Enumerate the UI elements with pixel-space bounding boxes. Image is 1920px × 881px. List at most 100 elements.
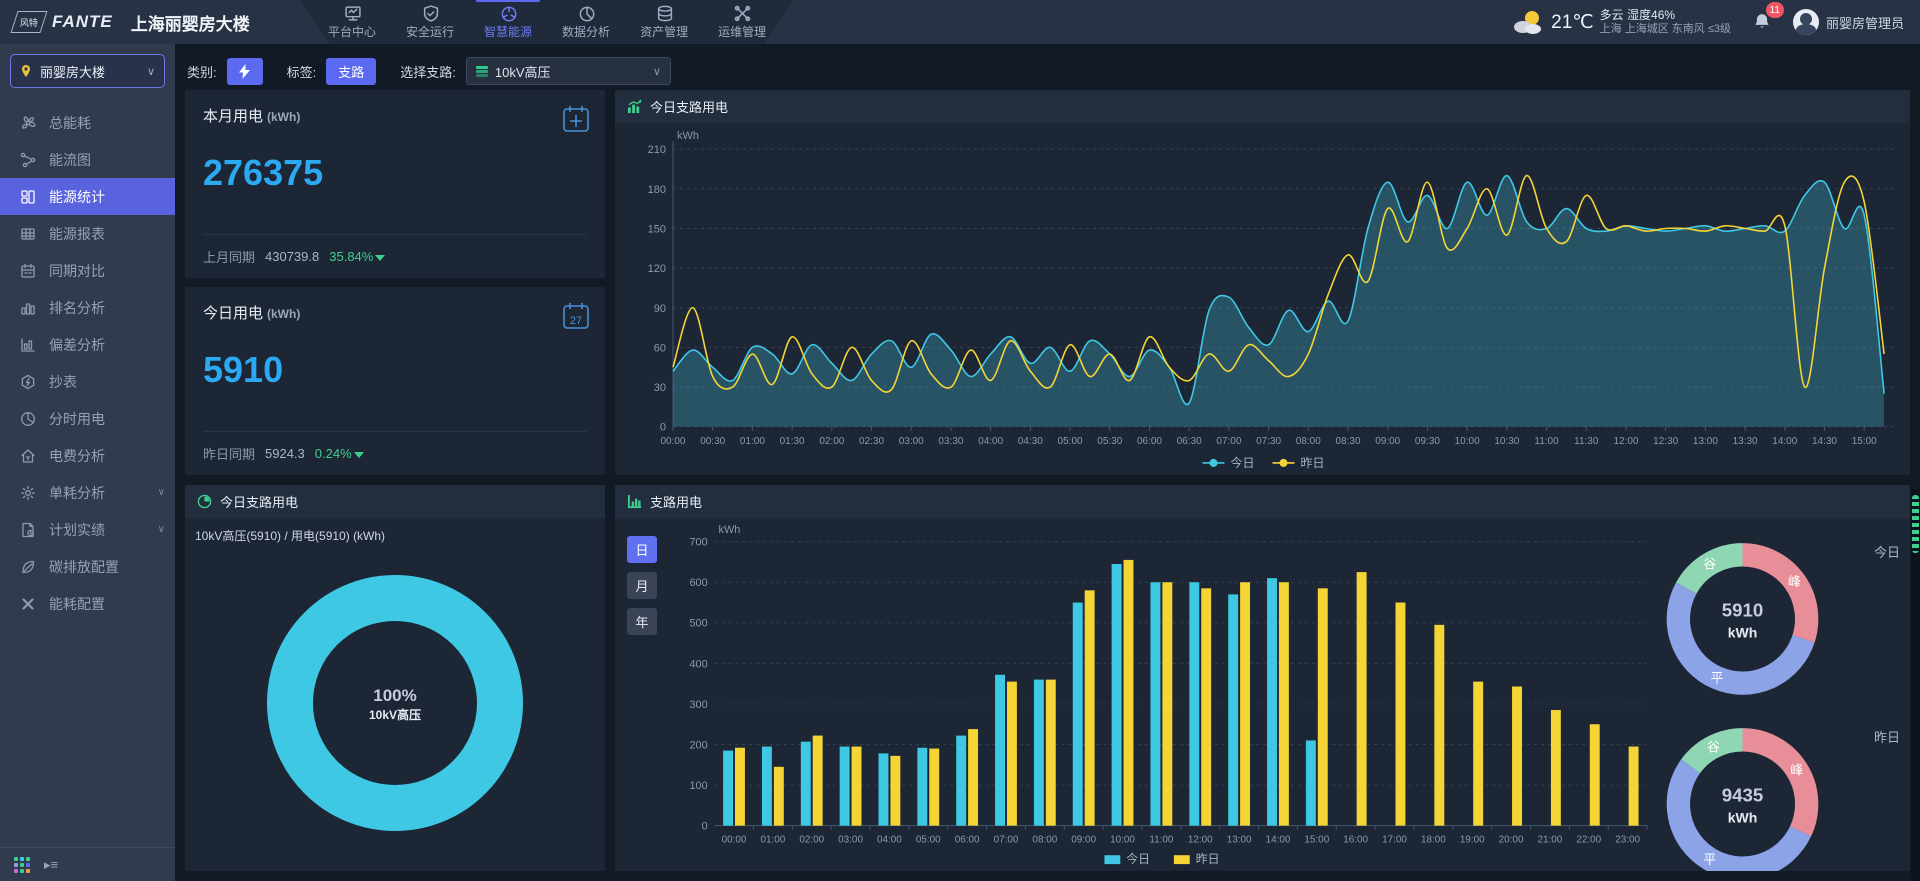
nav-item-label: 资产管理 — [640, 23, 688, 40]
period-toggle-日[interactable]: 日 — [627, 536, 657, 563]
tools-icon — [734, 5, 751, 22]
svg-text:07:30: 07:30 — [1256, 436, 1281, 447]
page-scrollbar[interactable] — [1911, 489, 1920, 881]
scrollbar-thumb[interactable] — [1912, 495, 1919, 553]
sidebar-item-doc-clock[interactable]: 计划实绩 ∨ — [0, 511, 175, 548]
logo-diamond-icon: 风特 — [10, 11, 47, 33]
svg-text:05:00: 05:00 — [916, 834, 941, 845]
svg-text:昨日: 昨日 — [1196, 852, 1220, 866]
svg-text:00:00: 00:00 — [722, 834, 747, 845]
app-grid-icon[interactable] — [14, 857, 30, 873]
month-usage-card: 本月用电(kWh) 276375 上月同期 430739.8 35.84% — [185, 90, 605, 278]
svg-text:23:00: 23:00 — [1615, 834, 1640, 845]
platform-icon — [344, 5, 361, 22]
branch-bar-card: 支路用电 日月年 0100200300400500600700kWh00:000… — [615, 485, 1910, 871]
svg-text:今日: 今日 — [1231, 455, 1255, 470]
nav-item-platform[interactable]: 平台中心 — [326, 2, 378, 42]
branch-donut-chart[interactable]: 100%10kV高压 — [185, 535, 605, 871]
nav-item-pie[interactable]: 数据分析 — [560, 2, 612, 42]
tag-branch-button[interactable]: 支路 — [326, 58, 376, 85]
svg-text:09:00: 09:00 — [1071, 834, 1096, 845]
calendar-day-icon[interactable]: 27 — [561, 301, 591, 331]
sidebar-item-cross-tools[interactable]: 能耗配置 — [0, 585, 175, 622]
bar-card-title: 支路用电 — [650, 492, 702, 511]
svg-text:12:00: 12:00 — [1188, 834, 1213, 845]
sidebar-item-clock-pie[interactable]: 分时用电 — [0, 400, 175, 437]
today-branch-line-card: 今日支路用电 0306090120150180210kWh00:0000:300… — [615, 90, 1910, 475]
svg-text:平: 平 — [1703, 852, 1716, 867]
sidebar-item-fan[interactable]: 总能耗 — [0, 104, 175, 141]
sidebar-item-table[interactable]: 能源报表 — [0, 215, 175, 252]
calendar-plus-icon[interactable] — [561, 104, 591, 134]
period-toggle-月[interactable]: 月 — [627, 572, 657, 599]
today-percent[interactable]: 0.24% — [315, 446, 364, 461]
user-name: 丽婴房管理员 — [1826, 13, 1904, 32]
sidebar-item-house[interactable]: 电费分析 — [0, 437, 175, 474]
tou-yesterday-label: 昨日 — [1874, 727, 1900, 746]
nav-item-label: 智慧能源 — [484, 23, 532, 40]
chevron-down-icon: ∨ — [653, 65, 661, 78]
tou-yesterday-block: 峰平谷9435kWh 昨日 — [1655, 713, 1910, 871]
lightning-icon — [239, 64, 250, 79]
svg-text:100%: 100% — [373, 686, 416, 705]
svg-text:400: 400 — [689, 658, 707, 670]
sidebar-item-rank[interactable]: 排名分析 — [0, 289, 175, 326]
svg-text:300: 300 — [689, 699, 707, 711]
svg-text:600: 600 — [689, 577, 707, 589]
branch-select[interactable]: 10kV高压 ∨ — [466, 57, 671, 85]
svg-text:10:00: 10:00 — [1110, 834, 1135, 845]
nav-item-shield[interactable]: 安全运行 — [404, 2, 456, 42]
svg-text:07:00: 07:00 — [1216, 436, 1241, 447]
collapse-menu-icon[interactable]: ▸≡ — [44, 857, 58, 873]
sidebar-item-gear[interactable]: 单耗分析∨ — [0, 474, 175, 511]
weather-location: 上海 上海城区 东南风 ≤3级 — [1600, 23, 1731, 37]
sidebar-item-stats[interactable]: 能源统计 — [0, 178, 175, 215]
svg-text:01:00: 01:00 — [740, 436, 765, 447]
sidebar-item-label: 抄表 — [49, 372, 77, 392]
bar-chart[interactable]: 0100200300400500600700kWh00:0001:0002:00… — [663, 518, 1655, 871]
today-usage-card: 今日用电(kWh) 27 5910 昨日同期 5924.3 0.24% — [185, 287, 605, 475]
sidebar-item-label: 计划实绩 — [49, 520, 105, 540]
svg-text:09:30: 09:30 — [1415, 436, 1440, 447]
category-electric-button[interactable] — [227, 58, 263, 85]
svg-text:9435: 9435 — [1722, 785, 1764, 806]
tou-yesterday-donut[interactable]: 峰平谷9435kWh — [1655, 713, 1830, 871]
svg-text:19:00: 19:00 — [1460, 834, 1485, 845]
location-pin-icon — [20, 65, 32, 77]
nav-item-label: 数据分析 — [562, 23, 610, 40]
svg-text:18:00: 18:00 — [1421, 834, 1446, 845]
sidebar-item-leaf[interactable]: 碳排放配置 — [0, 548, 175, 585]
nav-item-energy[interactable]: 智慧能源 — [482, 2, 534, 42]
temperature: 21℃ — [1551, 11, 1593, 34]
sidebar-item-flow[interactable]: 能流图 — [0, 141, 175, 178]
svg-text:谷: 谷 — [1707, 739, 1720, 754]
notifications-button[interactable]: 11 — [1749, 9, 1775, 35]
svg-text:30: 30 — [654, 382, 666, 394]
tou-today-donut[interactable]: 峰平谷5910kWh — [1655, 528, 1830, 703]
month-percent[interactable]: 35.84% — [329, 249, 385, 264]
table-icon — [20, 226, 36, 242]
svg-text:06:00: 06:00 — [1137, 436, 1162, 447]
chevron-down-icon: ∨ — [158, 524, 165, 535]
sidebar-menu: 总能耗能流图能源统计能源报表同期对比排名分析偏差分析抄表分时用电电费分析单耗分析… — [0, 96, 175, 847]
sidebar-item-calendar[interactable]: 同期对比 — [0, 252, 175, 289]
today-compare-value: 5924.3 — [265, 446, 305, 461]
sidebar-item-meter[interactable]: 抄表 — [0, 363, 175, 400]
building-select[interactable]: 丽婴房大楼 ∨ — [10, 54, 165, 88]
svg-text:90: 90 — [654, 303, 666, 315]
branch-select-value: 10kV高压 — [495, 62, 646, 81]
stats-icon — [20, 189, 36, 205]
gear-icon — [20, 485, 36, 501]
site-title: 上海丽婴房大楼 — [131, 10, 250, 35]
user-menu[interactable]: 丽婴房管理员 — [1793, 9, 1904, 35]
nav-item-tools[interactable]: 运维管理 — [716, 2, 768, 42]
leaf-icon — [20, 559, 36, 575]
period-toggle-年[interactable]: 年 — [627, 608, 657, 635]
down-triangle-icon — [354, 452, 364, 458]
nav-item-database[interactable]: 资产管理 — [638, 2, 690, 42]
line-chart[interactable]: 0306090120150180210kWh00:0000:3001:0001:… — [615, 123, 1910, 475]
svg-text:03:30: 03:30 — [938, 436, 963, 447]
house-icon — [20, 448, 36, 464]
logo-text: FANTE — [52, 12, 113, 32]
sidebar-item-deviation[interactable]: 偏差分析 — [0, 326, 175, 363]
